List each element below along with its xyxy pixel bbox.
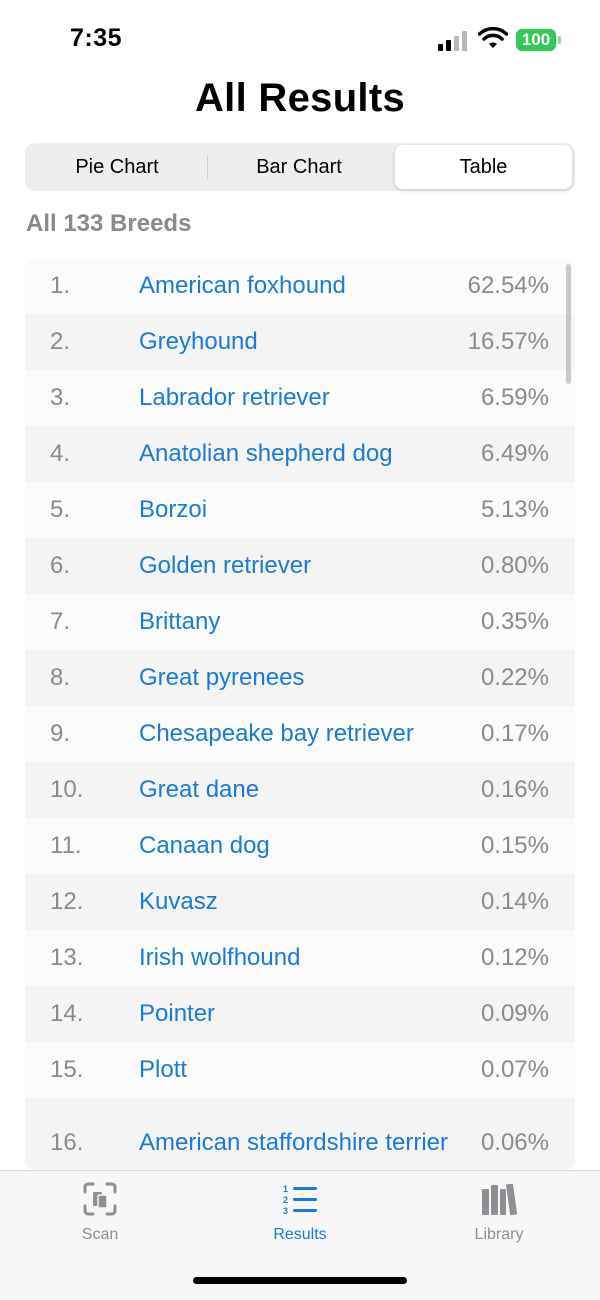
breed-link[interactable]: Brittany: [139, 594, 449, 650]
results-table[interactable]: 1. American foxhound 62.54% 2. Greyhound…: [25, 258, 575, 1170]
row-rank: 16.: [50, 1129, 84, 1156]
svg-text:2: 2: [283, 1195, 288, 1205]
row-percent: 6.59%: [480, 384, 549, 411]
breed-link[interactable]: Greyhound: [139, 314, 449, 370]
row-rank: 14.: [50, 1000, 84, 1027]
scan-icon: [83, 1182, 117, 1216]
row-rank: 8.: [50, 664, 71, 691]
row-percent: 0.22%: [480, 664, 549, 691]
segment-divider: [207, 155, 208, 179]
row-rank: 9.: [50, 720, 71, 747]
row-rank: 12.: [50, 888, 84, 915]
row-rank: 5.: [50, 496, 71, 523]
table-row[interactable]: 2. Greyhound 16.57%: [25, 314, 575, 370]
breed-link[interactable]: Great pyrenees: [139, 650, 449, 706]
table-row[interactable]: 1. American foxhound 62.54%: [25, 258, 575, 314]
row-percent: 6.49%: [480, 440, 549, 467]
row-rank: 13.: [50, 944, 84, 971]
row-rank: 4.: [50, 440, 71, 467]
row-percent: 0.80%: [480, 552, 549, 579]
svg-text:1: 1: [283, 1184, 288, 1194]
row-percent: 5.13%: [480, 496, 549, 523]
row-percent: 0.14%: [480, 888, 549, 915]
table-row[interactable]: 10. Great dane 0.16%: [25, 762, 575, 818]
page-title: All Results: [194, 76, 406, 120]
row-rank: 15.: [50, 1056, 84, 1083]
row-percent: 16.57%: [467, 328, 549, 355]
table-row[interactable]: 11. Canaan dog 0.15%: [25, 818, 575, 874]
table-row[interactable]: 16. American staffordshire terrier 0.06%: [25, 1098, 575, 1170]
row-rank: 7.: [50, 608, 71, 635]
breed-link[interactable]: Anatolian shepherd dog: [139, 426, 449, 482]
status-bar: 7:35 100: [0, 0, 600, 80]
table-row[interactable]: 12. Kuvasz 0.14%: [25, 874, 575, 930]
row-rank: 10.: [50, 776, 84, 803]
tab-library[interactable]: Library: [439, 1171, 559, 1261]
breed-link[interactable]: Borzoi: [139, 482, 449, 538]
breed-link[interactable]: American foxhound: [139, 258, 449, 314]
numbered-list-icon: 1 2 3: [283, 1184, 317, 1216]
row-rank: 6.: [50, 552, 71, 579]
breed-link[interactable]: American staffordshire terrier: [139, 1098, 449, 1170]
table-row[interactable]: 14. Pointer 0.09%: [25, 986, 575, 1042]
segment-pie-chart[interactable]: Pie Chart: [27, 145, 207, 189]
table-row[interactable]: 9. Chesapeake bay retriever 0.17%: [25, 706, 575, 762]
table-row[interactable]: 4. Anatolian shepherd dog 6.49%: [25, 426, 575, 482]
breed-link[interactable]: Chesapeake bay retriever: [139, 706, 449, 762]
table-row[interactable]: 5. Borzoi 5.13%: [25, 482, 575, 538]
row-percent: 0.09%: [480, 1000, 549, 1027]
table-row[interactable]: 13. Irish wolfhound 0.12%: [25, 930, 575, 986]
row-percent: 0.16%: [480, 776, 549, 803]
breed-link[interactable]: Pointer: [139, 986, 449, 1042]
segment-bar-chart[interactable]: Bar Chart: [209, 145, 389, 189]
battery-cap: [558, 36, 561, 44]
table-row[interactable]: 15. Plott 0.07%: [25, 1042, 575, 1098]
breed-link[interactable]: Golden retriever: [139, 538, 449, 594]
row-percent: 62.54%: [467, 272, 549, 299]
row-rank: 11.: [50, 832, 82, 859]
row-rank: 3.: [50, 384, 71, 411]
battery-icon: 100: [516, 29, 562, 53]
breed-link[interactable]: Labrador retriever: [139, 370, 449, 426]
breed-link[interactable]: Irish wolfhound: [139, 930, 449, 986]
view-segmented-control: Pie Chart Bar Chart Table: [25, 143, 575, 191]
cellular-signal-icon: [438, 31, 467, 51]
table-row[interactable]: 6. Golden retriever 0.80%: [25, 538, 575, 594]
tab-label: Library: [474, 1226, 524, 1243]
status-time: 7:35: [70, 24, 123, 52]
svg-text:3: 3: [283, 1206, 288, 1216]
tab-results[interactable]: 1 2 3 Results: [240, 1171, 360, 1261]
row-percent: 0.35%: [480, 608, 549, 635]
home-indicator: [193, 1277, 407, 1284]
row-percent: 0.17%: [480, 720, 549, 747]
wifi-icon: [478, 26, 508, 48]
table-row[interactable]: 8. Great pyrenees 0.22%: [25, 650, 575, 706]
breed-link[interactable]: Canaan dog: [139, 818, 449, 874]
row-percent: 0.12%: [480, 944, 549, 971]
section-header: All 133 Breeds: [26, 210, 192, 237]
breed-link[interactable]: Kuvasz: [139, 874, 449, 930]
row-rank: 2.: [50, 328, 71, 355]
segment-table[interactable]: Table: [395, 145, 572, 189]
row-percent: 0.06%: [480, 1129, 549, 1156]
breed-link[interactable]: Great dane: [139, 762, 449, 818]
books-icon: [482, 1183, 517, 1216]
row-percent: 0.07%: [480, 1056, 549, 1083]
scrollbar[interactable]: [566, 264, 571, 384]
row-percent: 0.15%: [480, 832, 549, 859]
tab-label: Results: [273, 1226, 327, 1243]
battery-level: 100: [516, 29, 556, 51]
table-row[interactable]: 3. Labrador retriever 6.59%: [25, 370, 575, 426]
table-row[interactable]: 7. Brittany 0.35%: [25, 594, 575, 650]
row-rank: 1.: [50, 272, 71, 299]
breed-link[interactable]: Plott: [139, 1042, 449, 1098]
tab-label: Scan: [81, 1226, 119, 1243]
tab-scan[interactable]: Scan: [40, 1171, 160, 1261]
